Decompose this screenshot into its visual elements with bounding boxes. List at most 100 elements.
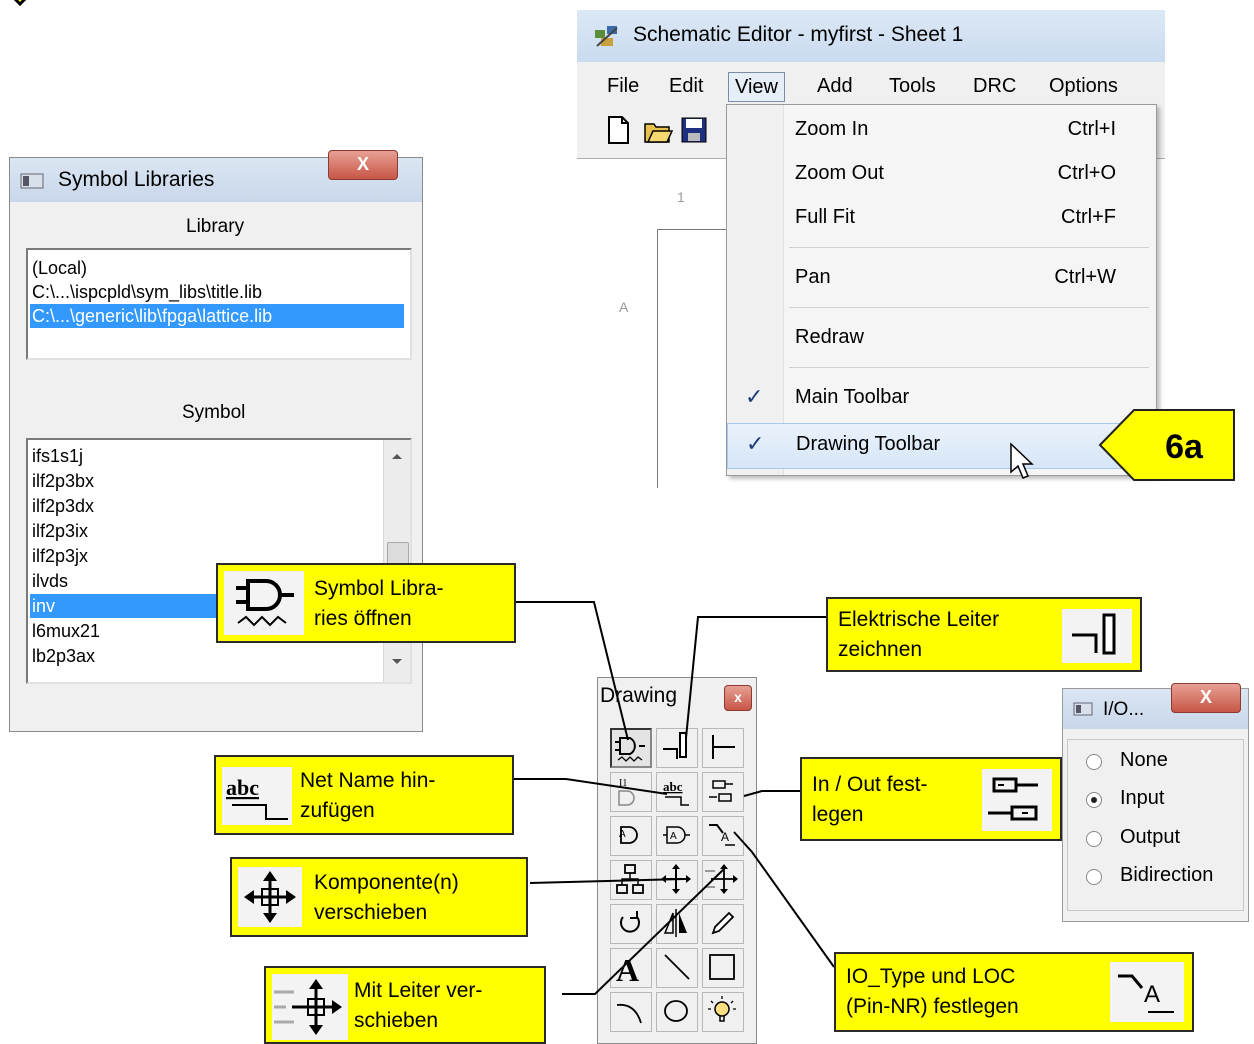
list-item[interactable]: ifs1s1j [30,444,83,468]
tool-io-marker[interactable] [702,772,744,812]
tool-instance-name[interactable]: I1 [610,772,652,812]
menu-separator [789,367,1149,368]
drag-icon [274,979,342,1035]
rectangle-icon [709,954,735,980]
menu-item-drawing-toolbar[interactable]: ✓ Drawing Toolbar [727,423,1156,469]
tool-bus-tap[interactable] [702,728,744,768]
menu-tools[interactable]: Tools [883,72,942,100]
step-badge-label: 6a [1165,428,1204,466]
callout-text: Elektrische Leiter zeichnen [838,608,1000,661]
new-file-icon[interactable] [603,114,633,146]
io-marker-icon [988,777,1038,821]
move-icon [244,871,296,923]
close-button[interactable]: X [1171,683,1241,713]
menu-item-redraw[interactable]: Redraw [727,317,1156,361]
scrollbar[interactable] [383,440,410,682]
list-item[interactable]: lb2p3ax [30,644,95,668]
menu-item-zoom-out[interactable]: Zoom Out Ctrl+O [727,153,1156,197]
open-folder-icon[interactable] [643,114,673,146]
callout-icon-box [982,769,1052,831]
schematic-app-icon [595,26,618,47]
tool-pin-attribute[interactable]: A [656,816,698,856]
callout-text: Net Name hin- zufügen [300,769,436,822]
list-item[interactable]: ilf2p3dx [30,494,94,518]
text-glyph: A [616,952,639,985]
close-button[interactable]: X [328,150,398,180]
tool-net-name[interactable]: abc [656,772,698,812]
list-item-selected[interactable]: C:\...\generic\lib\fpga\lattice.lib [30,304,404,328]
mirror-icon [663,909,687,937]
menu-add[interactable]: Add [811,72,859,100]
menu-options[interactable]: Options [1043,72,1124,100]
list-item[interactable]: ilf2p3jx [30,544,88,568]
grid-row-label: A [619,299,629,315]
menu-item-main-toolbar[interactable]: ✓ Main Toolbar [727,377,1156,421]
menu-view[interactable]: View [728,72,785,102]
tool-zoom[interactable] [702,992,744,1032]
scroll-down-icon[interactable] [391,658,403,666]
library-list[interactable]: (Local) C:\...\ispcpld\sym_libs\title.li… [26,248,412,360]
tool-move[interactable] [656,860,698,900]
drag-icon [705,864,738,894]
tool-hierarchy[interactable] [610,860,652,900]
io-option-group: None Input Output Bidirection [1067,739,1244,911]
window-title: Symbol Libraries [58,168,215,191]
save-icon[interactable] [679,114,709,146]
radio-output[interactable] [1086,831,1102,847]
menu-drc[interactable]: DRC [967,72,1022,100]
tool-pencil[interactable] [702,904,744,944]
callout-mit-leiter: Mit Leiter ver- schieben [264,966,546,1044]
tool-circle[interactable] [656,992,698,1032]
arc-icon [616,1003,642,1024]
list-item[interactable]: ilf2p3bx [30,469,94,493]
symbol-attribute-icon: A [619,826,638,844]
tool-rotate[interactable] [610,904,652,944]
tool-arc[interactable] [610,992,652,1032]
callout-text: Symbol Libra- ries öffnen [314,577,444,630]
menu-item-pan[interactable]: Pan Ctrl+W [727,257,1156,301]
tool-io-type[interactable]: A [702,816,744,856]
net-name-glyph: abc [226,775,259,800]
instance-name-icon: I1 [618,778,635,806]
menu-item-label: Zoom Out [795,162,884,184]
menu-item-label: Drawing Toolbar [796,433,941,455]
tool-rectangle[interactable] [702,948,744,988]
scroll-up-icon[interactable] [391,452,403,460]
tool-line[interactable] [656,948,698,988]
symbol-libraries-icon [236,579,294,627]
menu-item-label: Redraw [795,326,864,348]
tool-symbol-libraries[interactable] [610,728,652,768]
tool-mirror[interactable] [656,904,698,944]
list-item[interactable]: (Local) [30,256,87,280]
menu-file[interactable]: File [601,72,645,100]
close-button[interactable]: x [724,685,752,711]
list-item[interactable]: ilf2p3ix [30,519,88,543]
radio-bidirection[interactable] [1086,869,1102,885]
menu-edit[interactable]: Edit [663,72,709,100]
tool-text[interactable]: A [610,948,652,988]
list-item[interactable]: C:\...\ispcpld\sym_libs\title.lib [30,280,262,304]
io-marker-icon [709,780,733,802]
list-item[interactable]: l6mux21 [30,619,100,643]
symbol-header: Symbol [182,402,246,423]
menu-item-full-fit[interactable]: Full Fit Ctrl+F [727,197,1156,241]
circle-icon [664,1000,688,1022]
step-6a-arrow-badge: 6a [1098,409,1235,481]
io-type-window: I/O... X None Input Output Bidirection [1062,683,1249,922]
menu-item-label: Full Fit [795,206,855,228]
tool-symbol-attribute[interactable]: A [610,816,652,856]
attribute-glyph: A [619,829,626,840]
symbol-libraries-icon [615,737,645,762]
menu-item-zoom-in[interactable]: Zoom In Ctrl+I [727,109,1156,153]
callout-in-out: In / Out fest- legen [800,757,1062,841]
symbol-libraries-window: Symbol Libraries X Library (Local) C:\..… [9,150,423,732]
io-type-glyph: A [1144,981,1160,1008]
symbol-list[interactable]: ifs1s1j ilf2p3bx ilf2p3dx ilf2p3ix ilf2p… [26,438,412,684]
callout-net-name: abc Net Name hin- zufügen [214,755,514,835]
radio-input[interactable] [1086,792,1102,808]
tool-drag[interactable] [702,860,744,900]
view-menu-dropdown: Zoom In Ctrl+I Zoom Out Ctrl+O Full Fit … [726,104,1157,476]
radio-none[interactable] [1086,754,1102,770]
tool-draw-wire[interactable] [656,728,698,768]
list-item[interactable]: ilvds [30,569,68,593]
